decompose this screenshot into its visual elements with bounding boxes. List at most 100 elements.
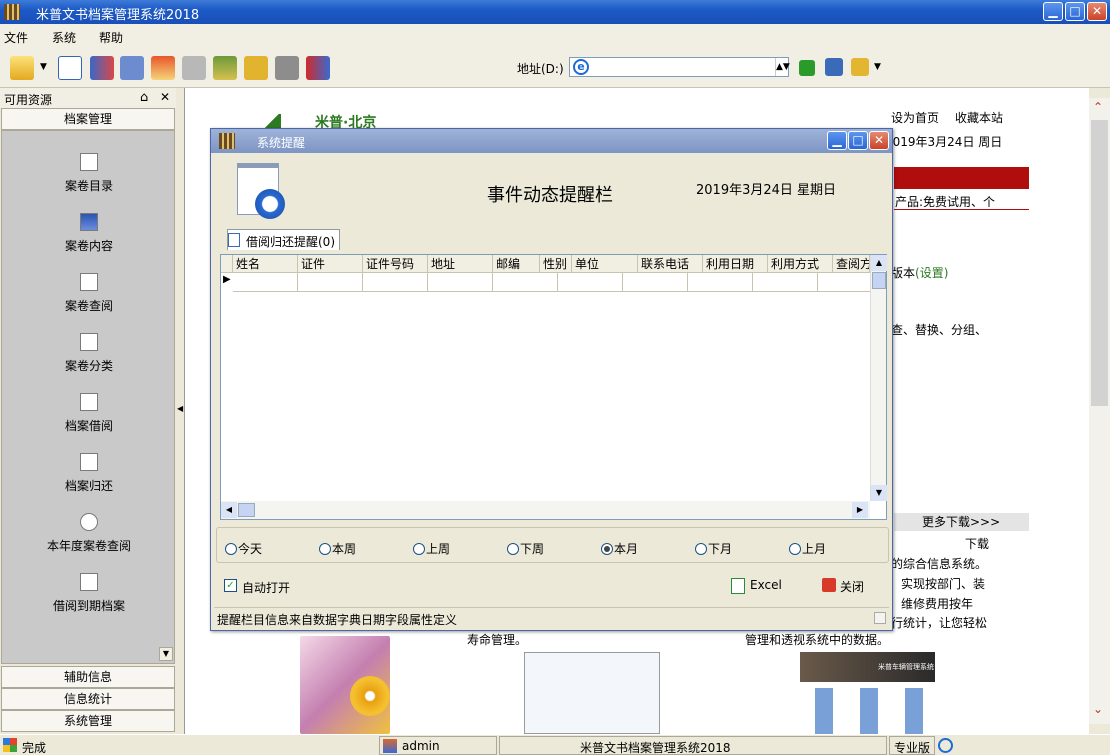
table-hscrollbar[interactable]: ◀ ▶ [221,501,870,519]
resize-grip[interactable] [874,612,886,624]
product-disc-image [350,676,390,716]
edition-label: 版本 [891,266,916,280]
col-address[interactable]: 地址 [428,255,493,273]
print-icon[interactable] [182,56,206,80]
reminder-table[interactable]: 姓名 证件 证件号码 地址 邮编 性别 单位 联系电话 利用日期 利用方式 查阅… [220,254,887,520]
dialog-minimize-button[interactable]: ▁ [827,131,847,150]
radio-circle [319,543,331,555]
dialog-date: 2019年3月24日 星期日 [696,183,837,198]
link-bookmark[interactable]: 收藏本站 [955,109,1003,126]
splitter-handle[interactable]: ◀ [177,88,184,734]
download-link[interactable]: 下载 [965,535,989,552]
address-spinner[interactable]: ▲▼ [775,58,790,76]
col-id-type[interactable]: 证件 [298,255,363,273]
col-postcode[interactable]: 邮编 [493,255,540,273]
nav-label: 档案借阅 [64,419,113,433]
dialog-close-button[interactable]: ✕ [869,131,889,150]
home-icon[interactable] [151,56,175,80]
radio-this-month[interactable]: 本月 [601,540,638,557]
promo-underline [894,209,1029,210]
nav-item-volume-catalog[interactable]: 案卷目录 [2,153,176,194]
scroll-up-icon[interactable]: ⌃ [1093,100,1103,114]
radio-this-week[interactable]: 本周 [319,540,356,557]
save-page-icon[interactable] [825,58,843,76]
link-set-homepage[interactable]: 设为首页 [891,109,939,126]
dialog-title: 系统提醒 [257,136,306,150]
menu-system[interactable]: 系统 [52,29,76,46]
report-icon[interactable] [120,56,144,80]
radio-next-month[interactable]: 下月 [695,540,732,557]
col-unit[interactable]: 单位 [572,255,638,273]
app-icon [4,4,20,20]
lock-icon[interactable] [244,56,268,80]
section-statistics[interactable]: 信息统计 [1,688,175,710]
settings-icon[interactable] [213,56,237,80]
nav-item-archive-return[interactable]: 档案归还 [2,453,176,494]
scroll-thumb[interactable] [1091,120,1108,406]
nav-item-volume-content[interactable]: 案卷内容 [2,213,176,254]
user-name: admin [402,739,440,753]
nav-item-volume-category[interactable]: 案卷分类 [2,333,176,374]
radio-last-month[interactable]: 上月 [789,540,826,557]
nav-item-due-archives[interactable]: 借阅到期档案 [2,573,176,614]
desc-line-2: 实现按部门、装 [901,577,986,591]
pane-close-icon[interactable]: ✕ [160,90,170,104]
section-aux-info[interactable]: 辅助信息 [1,666,175,688]
minimize-button[interactable]: ▁ [1043,2,1063,21]
radio-circle [789,543,801,555]
close-button[interactable]: ✕ [1087,2,1107,21]
brand-logo [265,114,281,128]
radio-next-week[interactable]: 下周 [507,540,544,557]
app-panel: 米普文书档案管理系统2018 [499,736,887,755]
tab-borrow-return-reminder[interactable]: 借阅归还提醒(0) [227,229,340,250]
col-use-date[interactable]: 利用日期 [703,255,768,273]
col-id-number[interactable]: 证件号码 [363,255,428,273]
exit-icon[interactable] [306,56,330,80]
collapse-arrow-icon[interactable]: ◀ [177,404,183,413]
menu-help[interactable]: 帮助 [99,29,123,46]
open-folder-icon[interactable] [10,56,34,80]
dialog-maximize-button[interactable]: □ [848,131,868,150]
dialog-heading: 事件动态提醒栏 [487,185,613,206]
radio-circle [695,543,707,555]
col-lookup[interactable]: 查阅方 [833,255,870,273]
dialog-app-icon [219,133,235,149]
pane-home-icon[interactable]: ⌂ [140,90,148,105]
more-downloads-link[interactable]: 更多下载>>> [894,513,1029,531]
col-name[interactable]: 姓名 [233,255,298,273]
col-phone[interactable]: 联系电话 [638,255,703,273]
magnifier-icon [80,513,98,531]
favorites-icon[interactable] [851,58,869,76]
table-vscrollbar[interactable]: ▲ ▼ [870,255,887,501]
dropdown-arrow-icon[interactable]: ▼ [40,62,47,72]
nav-item-annual-lookup[interactable]: 本年度案卷查阅 [2,513,176,554]
radio-label: 今天 [238,542,263,556]
col-use-method[interactable]: 利用方式 [768,255,833,273]
nav-item-archive-borrow[interactable]: 档案借阅 [2,393,176,434]
close-dialog-button[interactable]: 关闭 [822,577,872,595]
favorites-dropdown-icon[interactable]: ▼ [874,62,881,72]
edition-panel: 专业版 [889,736,935,755]
nav-item-volume-lookup[interactable]: 案卷查阅 [2,273,176,314]
close-label: 关闭 [840,580,865,594]
section-archive-management[interactable]: 档案管理 [1,108,175,130]
scroll-down-icon[interactable]: ▼ [159,647,173,661]
book-icon[interactable] [90,56,114,80]
maximize-button[interactable]: □ [1065,2,1085,21]
section-system-management[interactable]: 系统管理 [1,710,175,732]
scroll-down-web-icon[interactable]: ⌄ [1093,702,1103,716]
promo-text[interactable]: 产品:免费试用、个 [895,193,995,210]
auto-open-checkbox[interactable]: ✓ [224,579,237,592]
list-icon[interactable] [58,56,82,80]
go-icon[interactable] [799,60,815,76]
radio-today[interactable]: 今天 [225,540,262,557]
table-row[interactable] [233,273,870,292]
status-ie-icon [938,738,953,753]
user-lock-icon[interactable] [275,56,299,80]
web-scrollbar[interactable]: ⌃ ⌄ [1089,98,1110,724]
radio-last-week[interactable]: 上周 [413,540,450,557]
menu-file[interactable]: 文件 [4,29,28,46]
col-gender[interactable]: 性别 [540,255,572,273]
address-input[interactable]: e ▲▼ [569,57,790,77]
edition-settings-link[interactable]: (设置) [915,266,948,280]
